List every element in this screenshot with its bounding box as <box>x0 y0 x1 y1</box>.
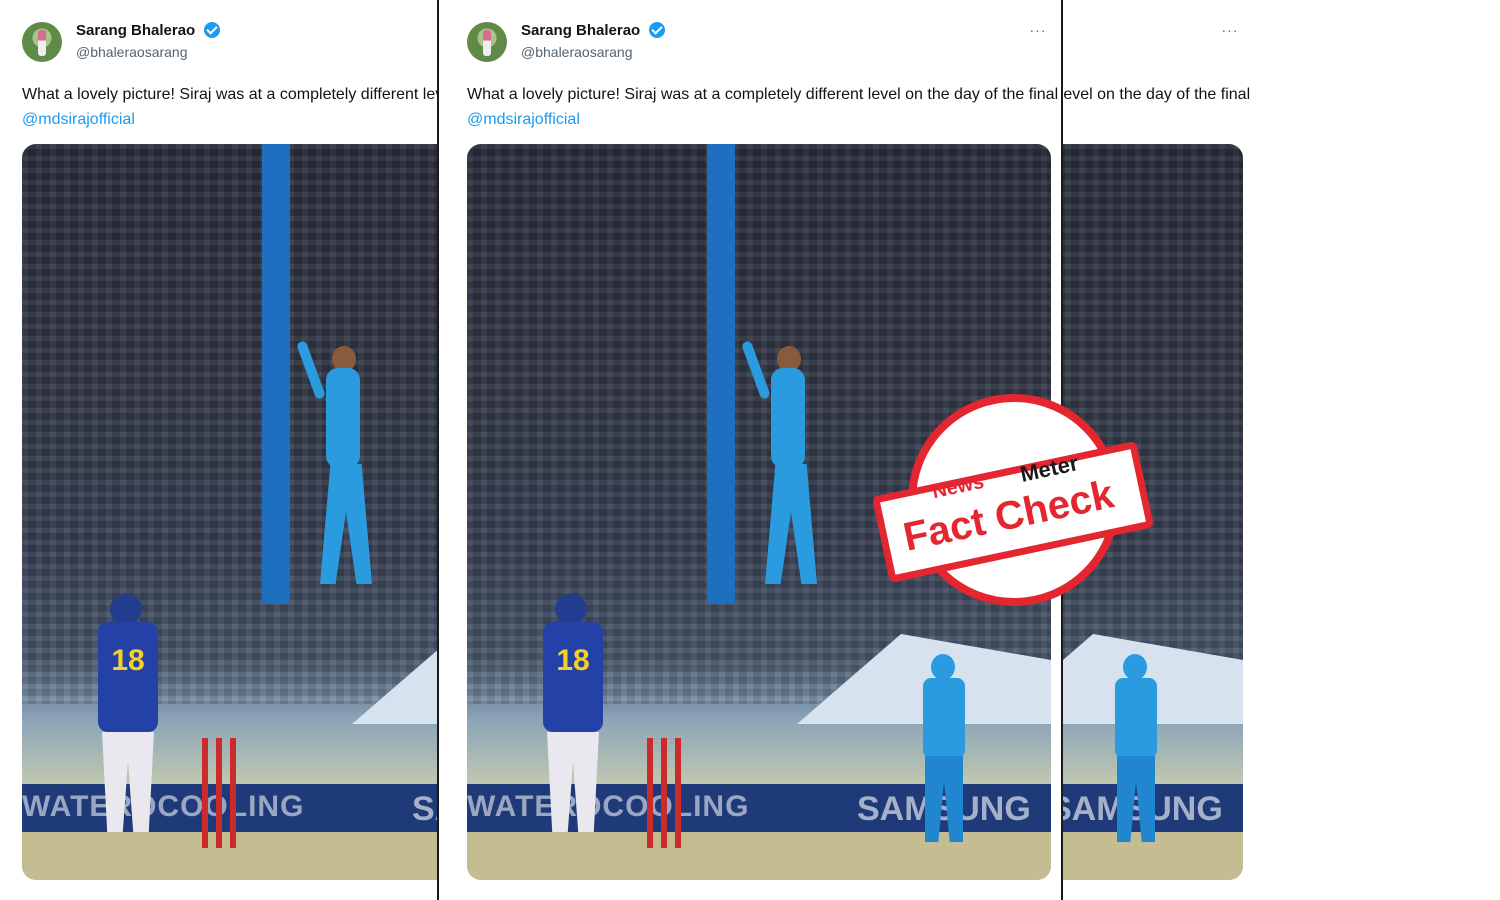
fact-check-stamp: News Meter Fact Check <box>871 394 1156 606</box>
stand-pillar <box>707 144 735 604</box>
author-handle[interactable]: @bhaleraosarang <box>76 44 188 60</box>
tweet-body: What a lovely picture! Siraj was at a co… <box>22 86 437 103</box>
more-icon[interactable]: ··· <box>1219 22 1241 38</box>
tweet-header: Sarang Bhalerao @bhaleraosarang ··· <box>1063 18 1249 66</box>
tweet-photo[interactable]: WATEROCOOLING SAMSUNG 18 <box>22 144 437 880</box>
avatar-figure <box>483 30 491 56</box>
bowler-figure <box>296 340 388 610</box>
ad-text-right: SAMSUNG <box>412 790 437 828</box>
author-handle[interactable]: @bhaleraosarang <box>521 44 633 60</box>
avatar-figure <box>38 30 46 56</box>
mention-link[interactable]: @mdsirajofficial <box>467 111 580 128</box>
tweet-body: What a lovely picture! Siraj was at a co… <box>1063 86 1251 103</box>
avatar[interactable] <box>22 22 62 62</box>
fielder-figure <box>913 654 973 844</box>
tweet-header: Sarang Bhalerao @bhaleraosarang ··· <box>467 18 1057 66</box>
tweet-text: What a lovely picture! Siraj was at a co… <box>467 82 1061 132</box>
verified-badge-icon <box>204 22 220 38</box>
fielder-figure <box>1105 654 1165 844</box>
tweet-text: What a lovely picture! Siraj was at a co… <box>22 82 437 132</box>
batsman-number: 18 <box>111 644 145 677</box>
tweet-text: What a lovely picture! Siraj was at a co… <box>1063 82 1259 132</box>
stumps <box>202 738 236 848</box>
mention-link[interactable]: @mdsirajofficial <box>22 111 135 128</box>
stand-pillar <box>262 144 290 604</box>
tweet-card: Sarang Bhalerao @bhaleraosarang ··· What… <box>0 0 437 900</box>
tweet-header: Sarang Bhalerao @bhaleraosarang ··· <box>22 18 437 66</box>
verified-badge-icon <box>649 22 665 38</box>
batsman-number: 18 <box>556 644 590 677</box>
author-name[interactable]: Sarang Bhalerao <box>521 22 640 39</box>
avatar[interactable] <box>467 22 507 62</box>
tweet-body: What a lovely picture! Siraj was at a co… <box>467 86 1059 103</box>
tweet-screenshot-left: Sarang Bhalerao @bhaleraosarang ··· What… <box>0 0 437 900</box>
bowler-figure <box>741 340 833 610</box>
batsman-figure: 18 <box>529 594 619 844</box>
batsman-figure: 18 <box>84 594 174 844</box>
stumps <box>647 738 681 848</box>
more-icon[interactable]: ··· <box>1027 22 1049 38</box>
author-name[interactable]: Sarang Bhalerao <box>76 22 195 39</box>
